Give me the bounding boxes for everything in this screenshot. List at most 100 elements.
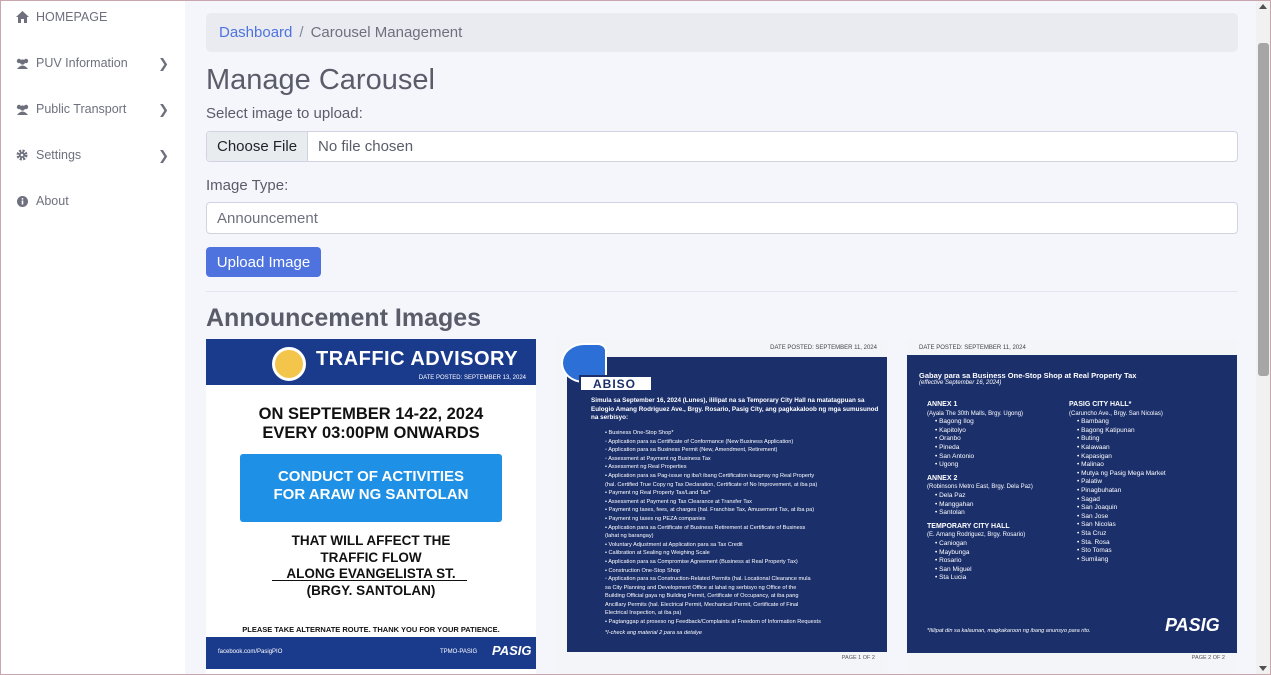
file-input[interactable]: Choose File No file chosen — [206, 131, 1238, 162]
sidebar-item-puv-information[interactable]: PUV Information ❯ — [0, 48, 185, 78]
users-icon — [14, 102, 30, 116]
announcement-image-gabay[interactable]: DATE POSTED: SEPTEMBER 11, 2024 Gabay pa… — [907, 339, 1237, 675]
advisory-schedule: ON SEPTEMBER 14-22, 2024 EVERY 03:00PM O… — [206, 405, 536, 443]
annex2-title: ANNEX 2 — [927, 474, 958, 482]
gear-icon — [14, 148, 30, 162]
abiso-page: PAGE 1 OF 2 — [841, 655, 875, 661]
annex1-sub: (Ayala The 30th Malls, Brgy. Ugong) — [927, 410, 1024, 417]
announcement-images: TRAFFIC ADVISORY DATE POSTED: SEPTEMBER … — [206, 339, 1238, 675]
list-item: • Bagong Ilog — [935, 418, 974, 426]
sidebar-item-label: Settings — [36, 148, 82, 162]
gabay-column-right: PASIG CITY HALL* (Caruncho Ave., Brgy. S… — [1069, 401, 1229, 564]
gabay-subtitle: (effective September 16, 2024) — [919, 380, 1002, 386]
abiso-item: • Assessment at Payment ng Tax Clearance… — [605, 498, 752, 505]
annex2-list: • Dela Paz • Manggahan • Santolan — [927, 492, 1077, 518]
image-type-select[interactable]: Announcement — [206, 202, 1238, 234]
list-item: • Malinao — [1077, 461, 1104, 469]
scroll-down-icon[interactable] — [1259, 666, 1267, 671]
section-title: Announcement Images — [206, 304, 482, 332]
underline — [272, 580, 467, 581]
main-content: Dashboard / Carousel Management Manage C… — [206, 0, 1238, 675]
abiso-item: • Application para sa Pag-issue ng iba't… — [605, 472, 815, 479]
advisory-box-line2: FOR ARAW NG SANTOLAN — [273, 486, 469, 503]
list-item: • Mutya ng Pasig Mega Market — [1077, 469, 1166, 477]
scroll-up-icon[interactable] — [1259, 4, 1267, 9]
abiso-intro: Simula sa September 16, 2024 (Lunes), il… — [591, 397, 879, 421]
advisory-event-box: CONDUCT OF ACTIVITIES FOR ARAW NG SANTOL… — [240, 454, 502, 522]
users-icon — [14, 56, 30, 70]
abiso-item: • Payment ng Real Property Tax/Land Tax* — [605, 490, 711, 497]
list-item: • San Antonio — [935, 452, 975, 460]
list-item: • San Miguel — [935, 565, 972, 573]
advisory-affect-line4: (BRGY. SANTOLAN) — [306, 582, 436, 598]
cityhall-sub: (Caruncho Ave., Brgy. San Nicolas) — [1069, 410, 1163, 417]
list-item: • Sumilang — [1077, 555, 1109, 563]
breadcrumb: Dashboard / Carousel Management — [206, 13, 1238, 52]
advisory-facebook: facebook.com/PasigPIO — [218, 649, 283, 655]
gabay-title: Gabay para sa Business One-Stop Shop at … — [919, 371, 1137, 380]
list-item: • Sto Tomas — [1077, 547, 1112, 555]
abiso-item: sa City Planning and Development Office … — [605, 584, 797, 591]
abiso-note: *I-check ang material 2 para sa detalye — [605, 630, 703, 636]
advisory-line2: EVERY 03:00PM ONWARDS — [262, 424, 480, 442]
list-item: • Sagad — [1077, 495, 1100, 503]
sidebar-item-homepage[interactable]: HOMEPAGE — [0, 2, 185, 32]
abiso-item: • Calibration at Sealing ng Weighing Sca… — [605, 550, 710, 557]
select-image-label: Select image to upload: — [206, 105, 363, 122]
divider — [206, 291, 1238, 292]
list-item: • Maybunga — [935, 548, 970, 556]
city-seal-icon — [272, 347, 306, 381]
file-status: No file chosen — [318, 138, 414, 155]
abiso-item: ◦ Application para sa Certificate of Con… — [605, 438, 794, 445]
annex1-list: • Bagong Ilog • Kapitolyo • Oranbo • Pin… — [927, 418, 1077, 470]
list-item: • San Jose — [1077, 512, 1109, 520]
list-item: • Manggahan — [935, 500, 974, 508]
sidebar-item-label: Public Transport — [36, 102, 127, 116]
list-item: • Sta Lucia — [935, 574, 967, 582]
pasig-logo: PASIG — [1165, 615, 1220, 635]
gabay-column-left: ANNEX 1 (Ayala The 30th Malls, Brgy. Ugo… — [927, 401, 1077, 583]
choose-file-button[interactable]: Choose File — [207, 132, 309, 161]
abiso-item: • Pagtanggap at proseso ng Feedback/Comp… — [605, 619, 821, 626]
scrollbar-thumb[interactable] — [1258, 43, 1269, 376]
home-icon — [14, 10, 30, 24]
sidebar-item-about[interactable]: About — [0, 186, 185, 216]
temp-title: TEMPORARY CITY HALL — [927, 522, 1010, 530]
list-item: • Dela Paz — [935, 491, 966, 499]
list-item: • Rosario — [935, 557, 962, 565]
advisory-alternate: PLEASE TAKE ALTERNATE ROUTE. THANK YOU F… — [242, 625, 500, 634]
abiso-item: Ancillary Permits (hal. Electrical Permi… — [605, 601, 799, 608]
image-type-label: Image Type: — [206, 177, 289, 194]
sidebar-item-settings[interactable]: Settings ❯ — [0, 140, 185, 170]
abiso-item: ◦ Application para sa Construction-Relat… — [605, 576, 811, 583]
list-item: • Pineda — [935, 443, 960, 451]
breadcrumb-dashboard-link[interactable]: Dashboard — [219, 24, 292, 41]
announcement-image-abiso[interactable]: DATE POSTED: SEPTEMBER 11, 2024 ABISO Si… — [557, 339, 887, 675]
abiso-item: • Construction One-Stop Shop — [605, 567, 681, 574]
vertical-scrollbar[interactable] — [1256, 0, 1271, 675]
list-item: • Palatiw — [1077, 478, 1103, 486]
annex1-title: ANNEX 1 — [927, 401, 958, 408]
sidebar-item-label: HOMEPAGE — [36, 10, 108, 24]
announcement-image-traffic-advisory[interactable]: TRAFFIC ADVISORY DATE POSTED: SEPTEMBER … — [206, 339, 536, 675]
list-item: • Sta Cruz — [1077, 529, 1107, 537]
gabay-date: DATE POSTED: SEPTEMBER 11, 2024 — [919, 345, 1026, 351]
advisory-affect-line1: THAT WILL AFFECT THE — [291, 533, 451, 548]
cityhall-list: • Bambang • Bagong Katipunan • Buting • … — [1069, 418, 1229, 564]
list-item: • Bagong Katipunan — [1077, 426, 1135, 434]
upload-image-button[interactable]: Upload Image — [206, 247, 321, 277]
advisory-title: TRAFFIC ADVISORY — [316, 348, 519, 370]
abiso-item: • Payment ng taxes ng PEZA companies — [605, 515, 706, 522]
temp-list: • Caniogan • Maybunga • Rosario • San Mi… — [927, 540, 1077, 583]
advisory-box-line1: CONDUCT OF ACTIVITIES — [277, 468, 465, 485]
abiso-item: • Payment ng taxes, fees, at charges (ha… — [605, 507, 815, 514]
list-item: • Ugong — [935, 461, 959, 469]
abiso-date: DATE POSTED: SEPTEMBER 11, 2024 — [770, 345, 877, 351]
abiso-list: • Business One-Stop Shop* ◦ Application … — [605, 429, 881, 627]
abiso-item: ◦ Application para sa Business Permit (N… — [605, 447, 778, 454]
list-item: • Oranbo — [935, 435, 961, 443]
info-icon — [14, 194, 30, 208]
chevron-right-icon: ❯ — [158, 56, 169, 71]
sidebar-item-public-transport[interactable]: Public Transport ❯ — [0, 94, 185, 124]
temp-sub: (E. Amang Rodriguez, Brgy. Rosario) — [927, 532, 1026, 539]
